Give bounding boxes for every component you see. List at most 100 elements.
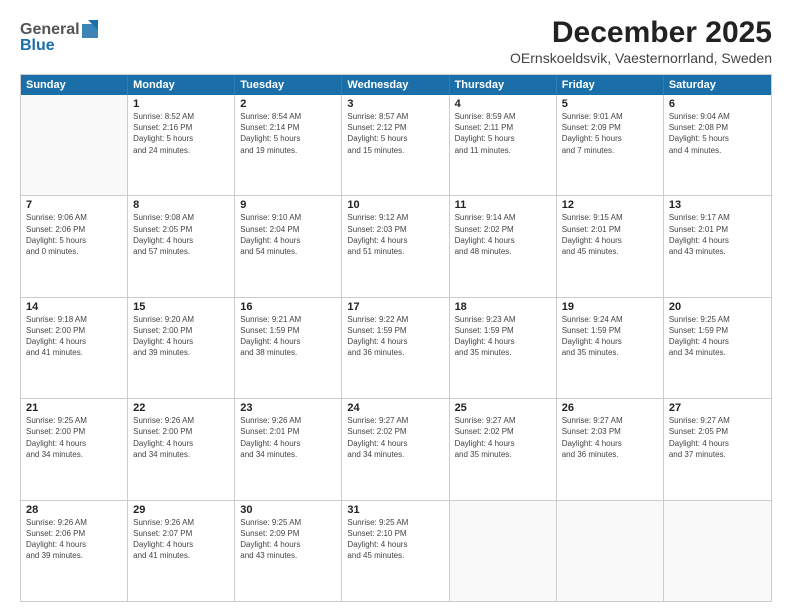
calendar-cell: 13Sunrise: 9:17 AM Sunset: 2:01 PM Dayli…	[664, 196, 771, 296]
calendar-cell: 29Sunrise: 9:26 AM Sunset: 2:07 PM Dayli…	[128, 501, 235, 601]
day-number: 8	[133, 199, 229, 211]
calendar-cell: 5Sunrise: 9:01 AM Sunset: 2:09 PM Daylig…	[557, 95, 664, 195]
calendar-row: 1Sunrise: 8:52 AM Sunset: 2:16 PM Daylig…	[21, 95, 771, 195]
cell-info: Sunrise: 9:17 AM Sunset: 2:01 PM Dayligh…	[669, 212, 766, 257]
calendar-cell: 27Sunrise: 9:27 AM Sunset: 2:05 PM Dayli…	[664, 399, 771, 499]
calendar-cell: 2Sunrise: 8:54 AM Sunset: 2:14 PM Daylig…	[235, 95, 342, 195]
cell-info: Sunrise: 9:08 AM Sunset: 2:05 PM Dayligh…	[133, 212, 229, 257]
cell-info: Sunrise: 9:04 AM Sunset: 2:08 PM Dayligh…	[669, 111, 766, 156]
calendar-cell: 26Sunrise: 9:27 AM Sunset: 2:03 PM Dayli…	[557, 399, 664, 499]
cell-info: Sunrise: 9:25 AM Sunset: 2:00 PM Dayligh…	[26, 415, 122, 460]
day-number: 26	[562, 402, 658, 414]
calendar-cell: 31Sunrise: 9:25 AM Sunset: 2:10 PM Dayli…	[342, 501, 449, 601]
svg-text:Blue: Blue	[20, 37, 55, 54]
day-number: 3	[347, 98, 443, 110]
cell-info: Sunrise: 9:24 AM Sunset: 1:59 PM Dayligh…	[562, 314, 658, 359]
calendar-row: 14Sunrise: 9:18 AM Sunset: 2:00 PM Dayli…	[21, 297, 771, 398]
calendar-header-cell: Thursday	[450, 75, 557, 95]
calendar: SundayMondayTuesdayWednesdayThursdayFrid…	[20, 74, 772, 602]
calendar-header-cell: Sunday	[21, 75, 128, 95]
calendar-cell: 16Sunrise: 9:21 AM Sunset: 1:59 PM Dayli…	[235, 298, 342, 398]
calendar-header-cell: Wednesday	[342, 75, 449, 95]
day-number: 4	[455, 98, 551, 110]
title-block: December 2025 OErnskoeldsvik, Vaesternor…	[510, 16, 772, 66]
day-number: 7	[26, 199, 122, 211]
calendar-header-cell: Tuesday	[235, 75, 342, 95]
page: General Blue December 2025 OErnskoeldsvi…	[0, 0, 792, 612]
day-number: 12	[562, 199, 658, 211]
day-number: 5	[562, 98, 658, 110]
cell-info: Sunrise: 9:10 AM Sunset: 2:04 PM Dayligh…	[240, 212, 336, 257]
day-number: 30	[240, 504, 336, 516]
calendar-cell	[450, 501, 557, 601]
calendar-cell	[21, 95, 128, 195]
day-number: 21	[26, 402, 122, 414]
day-number: 17	[347, 301, 443, 313]
day-number: 24	[347, 402, 443, 414]
calendar-cell: 18Sunrise: 9:23 AM Sunset: 1:59 PM Dayli…	[450, 298, 557, 398]
calendar-cell: 10Sunrise: 9:12 AM Sunset: 2:03 PM Dayli…	[342, 196, 449, 296]
cell-info: Sunrise: 9:18 AM Sunset: 2:00 PM Dayligh…	[26, 314, 122, 359]
day-number: 25	[455, 402, 551, 414]
day-number: 16	[240, 301, 336, 313]
logo: General Blue	[20, 16, 100, 56]
calendar-cell: 30Sunrise: 9:25 AM Sunset: 2:09 PM Dayli…	[235, 501, 342, 601]
day-number: 10	[347, 199, 443, 211]
calendar-cell: 19Sunrise: 9:24 AM Sunset: 1:59 PM Dayli…	[557, 298, 664, 398]
calendar-cell: 7Sunrise: 9:06 AM Sunset: 2:06 PM Daylig…	[21, 196, 128, 296]
calendar-cell	[557, 501, 664, 601]
subtitle: OErnskoeldsvik, Vaesternorrland, Sweden	[510, 50, 772, 66]
cell-info: Sunrise: 9:22 AM Sunset: 1:59 PM Dayligh…	[347, 314, 443, 359]
cell-info: Sunrise: 9:23 AM Sunset: 1:59 PM Dayligh…	[455, 314, 551, 359]
cell-info: Sunrise: 9:01 AM Sunset: 2:09 PM Dayligh…	[562, 111, 658, 156]
day-number: 14	[26, 301, 122, 313]
day-number: 15	[133, 301, 229, 313]
calendar-cell: 11Sunrise: 9:14 AM Sunset: 2:02 PM Dayli…	[450, 196, 557, 296]
cell-info: Sunrise: 9:26 AM Sunset: 2:07 PM Dayligh…	[133, 517, 229, 562]
cell-info: Sunrise: 9:26 AM Sunset: 2:00 PM Dayligh…	[133, 415, 229, 460]
day-number: 1	[133, 98, 229, 110]
cell-info: Sunrise: 9:26 AM Sunset: 2:01 PM Dayligh…	[240, 415, 336, 460]
day-number: 11	[455, 199, 551, 211]
calendar-cell: 6Sunrise: 9:04 AM Sunset: 2:08 PM Daylig…	[664, 95, 771, 195]
day-number: 6	[669, 98, 766, 110]
calendar-cell: 28Sunrise: 9:26 AM Sunset: 2:06 PM Dayli…	[21, 501, 128, 601]
calendar-body: 1Sunrise: 8:52 AM Sunset: 2:16 PM Daylig…	[21, 95, 771, 601]
header: General Blue December 2025 OErnskoeldsvi…	[20, 16, 772, 66]
calendar-header: SundayMondayTuesdayWednesdayThursdayFrid…	[21, 75, 771, 95]
calendar-cell: 20Sunrise: 9:25 AM Sunset: 1:59 PM Dayli…	[664, 298, 771, 398]
cell-info: Sunrise: 8:59 AM Sunset: 2:11 PM Dayligh…	[455, 111, 551, 156]
cell-info: Sunrise: 9:27 AM Sunset: 2:05 PM Dayligh…	[669, 415, 766, 460]
calendar-cell: 23Sunrise: 9:26 AM Sunset: 2:01 PM Dayli…	[235, 399, 342, 499]
day-number: 2	[240, 98, 336, 110]
calendar-cell: 12Sunrise: 9:15 AM Sunset: 2:01 PM Dayli…	[557, 196, 664, 296]
calendar-cell: 3Sunrise: 8:57 AM Sunset: 2:12 PM Daylig…	[342, 95, 449, 195]
calendar-cell: 8Sunrise: 9:08 AM Sunset: 2:05 PM Daylig…	[128, 196, 235, 296]
calendar-cell: 4Sunrise: 8:59 AM Sunset: 2:11 PM Daylig…	[450, 95, 557, 195]
cell-info: Sunrise: 9:25 AM Sunset: 2:10 PM Dayligh…	[347, 517, 443, 562]
main-title: December 2025	[510, 16, 772, 50]
calendar-cell: 25Sunrise: 9:27 AM Sunset: 2:02 PM Dayli…	[450, 399, 557, 499]
calendar-cell: 22Sunrise: 9:26 AM Sunset: 2:00 PM Dayli…	[128, 399, 235, 499]
cell-info: Sunrise: 9:25 AM Sunset: 2:09 PM Dayligh…	[240, 517, 336, 562]
cell-info: Sunrise: 9:12 AM Sunset: 2:03 PM Dayligh…	[347, 212, 443, 257]
logo-icon: General Blue	[20, 16, 100, 56]
calendar-row: 21Sunrise: 9:25 AM Sunset: 2:00 PM Dayli…	[21, 398, 771, 499]
svg-text:General: General	[20, 21, 80, 38]
day-number: 13	[669, 199, 766, 211]
day-number: 9	[240, 199, 336, 211]
cell-info: Sunrise: 9:20 AM Sunset: 2:00 PM Dayligh…	[133, 314, 229, 359]
day-number: 20	[669, 301, 766, 313]
day-number: 19	[562, 301, 658, 313]
day-number: 23	[240, 402, 336, 414]
cell-info: Sunrise: 9:14 AM Sunset: 2:02 PM Dayligh…	[455, 212, 551, 257]
cell-info: Sunrise: 9:26 AM Sunset: 2:06 PM Dayligh…	[26, 517, 122, 562]
cell-info: Sunrise: 8:54 AM Sunset: 2:14 PM Dayligh…	[240, 111, 336, 156]
cell-info: Sunrise: 9:27 AM Sunset: 2:02 PM Dayligh…	[455, 415, 551, 460]
cell-info: Sunrise: 8:57 AM Sunset: 2:12 PM Dayligh…	[347, 111, 443, 156]
cell-info: Sunrise: 8:52 AM Sunset: 2:16 PM Dayligh…	[133, 111, 229, 156]
cell-info: Sunrise: 9:27 AM Sunset: 2:02 PM Dayligh…	[347, 415, 443, 460]
calendar-cell	[664, 501, 771, 601]
calendar-cell: 21Sunrise: 9:25 AM Sunset: 2:00 PM Dayli…	[21, 399, 128, 499]
calendar-row: 7Sunrise: 9:06 AM Sunset: 2:06 PM Daylig…	[21, 195, 771, 296]
